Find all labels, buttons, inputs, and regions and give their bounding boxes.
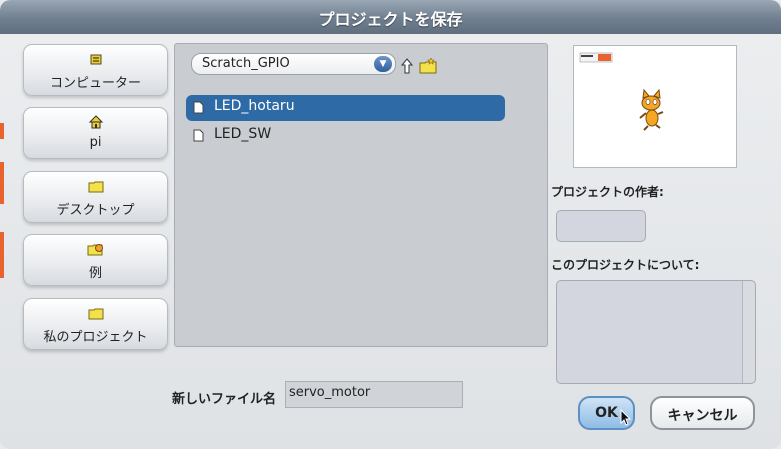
chevron-down-icon: ▼	[374, 56, 392, 72]
title-bar: プロジェクトを保存	[0, 0, 781, 34]
folder-icon	[24, 305, 167, 320]
cancel-button[interactable]: キャンセル	[650, 396, 755, 430]
location-dropdown[interactable]: Scratch_GPIO ▼	[191, 53, 396, 75]
save-project-dialog: プロジェクトを保存 コンピューター pi デスクトップ 例 私のプロジェクト S…	[0, 0, 781, 449]
background-edge	[0, 162, 4, 204]
sidebar-item-label: コンピューター	[49, 76, 141, 91]
dialog-title: プロジェクトを保存	[318, 10, 463, 29]
file-item[interactable]: LED_hotaru	[186, 95, 505, 121]
location-value: Scratch_GPIO	[202, 56, 290, 71]
cancel-button-label: キャンセル	[667, 408, 738, 424]
filename-input[interactable]: servo_motor	[285, 381, 463, 408]
background-edge	[0, 232, 4, 278]
sidebar-item-label: 私のプロジェクト	[43, 330, 148, 345]
background-edge	[0, 123, 4, 139]
scratch-cat-image	[579, 52, 664, 131]
sidebar-item-label: pi	[89, 135, 102, 150]
file-item[interactable]: LED_SW	[186, 123, 505, 149]
folder-icon	[24, 178, 167, 193]
about-textarea[interactable]	[556, 280, 756, 384]
about-scrollbar[interactable]	[742, 281, 755, 383]
file-name: LED_SW	[214, 126, 272, 142]
file-icon	[193, 129, 204, 146]
computer-icon	[24, 51, 167, 65]
sidebar-item-label: 例	[88, 266, 102, 281]
new-folder-icon[interactable]	[419, 57, 437, 74]
sidebar-item-desktop[interactable]: デスクトップ	[23, 171, 168, 223]
filename-value: servo_motor	[289, 385, 371, 400]
file-list-pane	[174, 43, 548, 347]
sidebar-item-pi[interactable]: pi	[23, 107, 168, 159]
file-icon	[193, 101, 204, 118]
author-field[interactable]	[556, 210, 646, 242]
project-thumbnail	[573, 45, 737, 168]
sidebar-item-my-projects[interactable]: 私のプロジェクト	[23, 298, 168, 350]
sidebar-item-label: デスクトップ	[56, 203, 135, 218]
about-label: このプロジェクトについて:	[551, 258, 700, 272]
examples-icon	[24, 241, 167, 256]
up-folder-icon[interactable]	[400, 58, 414, 74]
home-icon	[24, 114, 167, 129]
mouse-cursor-icon	[620, 409, 632, 426]
author-label: プロジェクトの作者:	[551, 185, 664, 199]
sidebar-item-examples[interactable]: 例	[23, 234, 168, 286]
filename-label: 新しいファイル名	[172, 392, 277, 407]
sidebar-item-computer[interactable]: コンピューター	[23, 44, 168, 96]
file-name: LED_hotaru	[214, 98, 295, 114]
